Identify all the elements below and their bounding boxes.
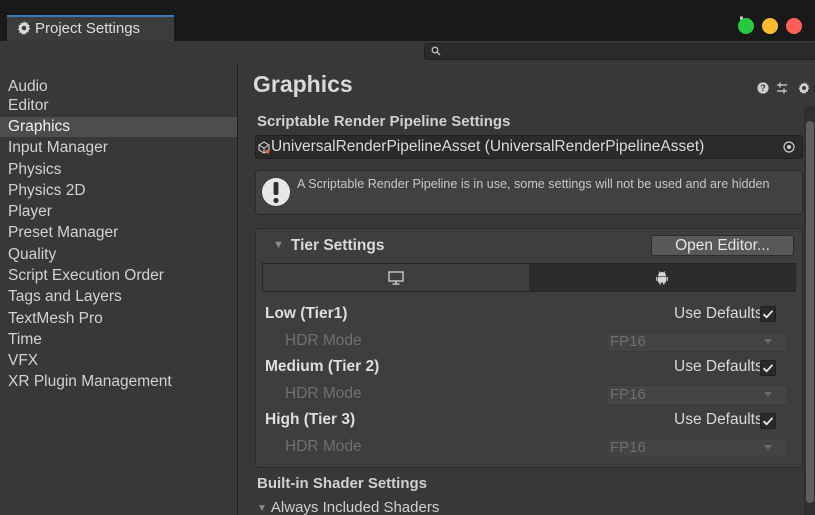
checkmark-icon bbox=[762, 417, 774, 426]
minimize-button[interactable] bbox=[762, 18, 778, 34]
warning-icon bbox=[262, 178, 290, 206]
sidebar-item-audio[interactable]: Audio bbox=[0, 77, 237, 97]
tier-1-hdr-mode-dropdown: FP16 bbox=[606, 332, 788, 352]
tier-3-use-defaults-label: Use Defaults bbox=[674, 411, 763, 428]
dropdown-arrow-icon bbox=[764, 339, 772, 344]
tier-3-hdr-mode-dropdown: FP16 bbox=[606, 438, 788, 458]
tier-settings-foldout[interactable]: ▼ Tier Settings bbox=[273, 237, 385, 255]
render-pipeline-asset-field[interactable]: UniversalRenderPipelineAsset (UniversalR… bbox=[255, 135, 803, 159]
object-picker-icon[interactable] bbox=[783, 141, 795, 153]
tier-2-hdr-mode-value: FP16 bbox=[610, 386, 646, 403]
tier-3-label: High (Tier 3) bbox=[265, 411, 356, 428]
sidebar-item-input-manager[interactable]: Input Manager bbox=[0, 138, 237, 158]
sidebar-item-time[interactable]: Time bbox=[0, 330, 237, 350]
page-title: Graphics bbox=[253, 71, 353, 97]
sidebar-item-vfx[interactable]: VFX bbox=[0, 351, 237, 371]
tier-3-hdr-mode-label: HDR Mode bbox=[285, 438, 362, 455]
tier-1-label: Low (Tier1) bbox=[265, 305, 348, 322]
sidebar-item-physics[interactable]: Physics bbox=[0, 160, 237, 180]
sidebar-item-physics-2d[interactable]: Physics 2D bbox=[0, 181, 237, 201]
tab-platform-android[interactable] bbox=[529, 264, 795, 291]
builtin-shader-settings-heading: Built-in Shader Settings bbox=[257, 475, 428, 492]
tier-2-use-defaults-checkbox[interactable] bbox=[760, 360, 776, 376]
foldout-arrow-icon: ▼ bbox=[257, 503, 267, 514]
sidebar-item-quality[interactable]: Quality bbox=[0, 245, 237, 265]
tier-3-use-defaults-checkbox[interactable] bbox=[760, 413, 776, 429]
platform-tab-bar bbox=[262, 263, 796, 292]
tier-1-use-defaults-label: Use Defaults bbox=[674, 305, 763, 322]
render-pipeline-asset-name: UniversalRenderPipelineAsset (UniversalR… bbox=[271, 138, 705, 155]
search-input[interactable] bbox=[445, 44, 805, 59]
sidebar-item-xr-plugin-management[interactable]: XR Plugin Management bbox=[0, 372, 237, 392]
checkmark-icon bbox=[762, 310, 774, 319]
preset-icon[interactable] bbox=[776, 82, 788, 94]
maximize-button[interactable] bbox=[738, 18, 754, 34]
render-pipeline-asset-icon bbox=[258, 141, 270, 154]
search-strip bbox=[0, 41, 815, 63]
tab-platform-desktop[interactable] bbox=[263, 264, 530, 291]
sidebar-item-editor[interactable]: Editor bbox=[0, 96, 237, 116]
foldout-arrow-icon: ▼ bbox=[273, 239, 284, 251]
android-icon bbox=[656, 271, 668, 285]
tier-3-hdr-mode-value: FP16 bbox=[610, 439, 646, 456]
always-included-shaders-foldout[interactable]: ▼ Always Included Shaders bbox=[257, 499, 439, 515]
dropdown-arrow-icon bbox=[764, 392, 772, 397]
settings-gear-icon[interactable] bbox=[798, 82, 810, 94]
tier-2-use-defaults-label: Use Defaults bbox=[674, 358, 763, 375]
dropdown-arrow-icon bbox=[764, 445, 772, 450]
desktop-icon bbox=[388, 271, 404, 285]
svg-text:?: ? bbox=[760, 83, 766, 93]
tab-title: Project Settings bbox=[35, 20, 141, 37]
title-bar: Project Settings ⋮ bbox=[0, 0, 815, 41]
help-icon[interactable]: ? bbox=[757, 82, 769, 94]
srp-warning-message: A Scriptable Render Pipeline is in use, … bbox=[297, 177, 770, 191]
sidebar-item-textmesh-pro[interactable]: TextMesh Pro bbox=[0, 309, 237, 329]
search-icon bbox=[431, 46, 441, 56]
tier-1-hdr-mode-label: HDR Mode bbox=[285, 332, 362, 349]
always-included-shaders-label: Always Included Shaders bbox=[270, 499, 440, 515]
warning-help-box: A Scriptable Render Pipeline is in use, … bbox=[255, 170, 803, 215]
sidebar-item-preset-manager[interactable]: Preset Manager bbox=[0, 223, 237, 243]
sidebar-item-script-execution-order[interactable]: Script Execution Order bbox=[0, 266, 237, 286]
open-editor-button[interactable]: Open Editor... bbox=[651, 235, 794, 256]
graphics-settings-panel: Graphics ? Scriptable Render Pipeline Se… bbox=[238, 63, 815, 515]
scrollbar-thumb[interactable] bbox=[806, 121, 814, 503]
sidebar-item-tags-and-layers[interactable]: Tags and Layers bbox=[0, 287, 237, 307]
tier-2-hdr-mode-dropdown: FP16 bbox=[606, 385, 788, 405]
srp-settings-heading: Scriptable Render Pipeline Settings bbox=[257, 113, 511, 130]
tier-settings-box: ▼ Tier Settings Open Editor... Low (Tier… bbox=[255, 228, 803, 468]
tier-1-use-defaults-checkbox[interactable] bbox=[760, 306, 776, 322]
settings-category-list: Audio Editor Graphics Input Manager Phys… bbox=[0, 63, 238, 515]
checkmark-icon bbox=[762, 364, 774, 373]
project-settings-window: Project Settings ⋮ Audio Editor Graphics… bbox=[0, 0, 815, 515]
close-button[interactable] bbox=[786, 18, 802, 34]
tier-2-label: Medium (Tier 2) bbox=[265, 358, 380, 375]
sidebar-item-graphics[interactable]: Graphics bbox=[0, 117, 237, 137]
tier-2-hdr-mode-label: HDR Mode bbox=[285, 385, 362, 402]
tier-1-hdr-mode-value: FP16 bbox=[610, 333, 646, 350]
search-field[interactable] bbox=[424, 43, 815, 60]
tab-project-settings[interactable]: Project Settings bbox=[7, 15, 174, 41]
gear-icon bbox=[17, 21, 31, 35]
tier-settings-label: Tier Settings bbox=[290, 237, 385, 254]
sidebar-item-player[interactable]: Player bbox=[0, 202, 237, 222]
